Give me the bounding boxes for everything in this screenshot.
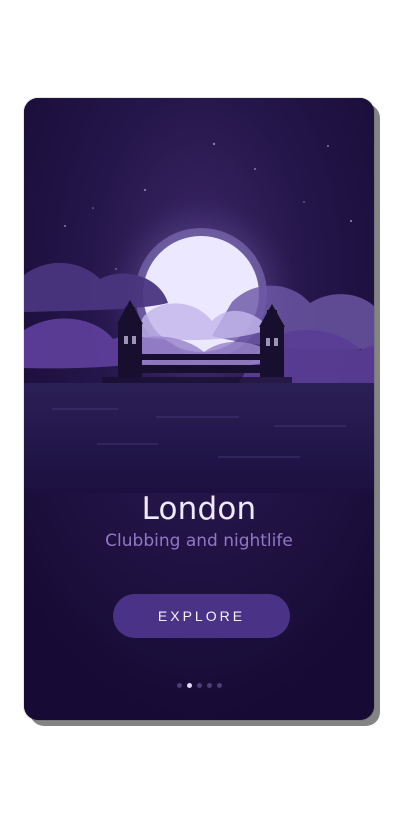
- river-water: [24, 383, 374, 493]
- explore-button[interactable]: EXPLORE: [113, 594, 290, 638]
- page-dot-1[interactable]: [176, 683, 182, 688]
- page-dot-2-active[interactable]: [186, 683, 192, 688]
- city-card: London Clubbing and nightlife EXPLORE: [24, 98, 374, 720]
- pagination-dots: [24, 683, 374, 691]
- onboarding-screen: London Clubbing and nightlife EXPLORE: [0, 0, 400, 815]
- page-dot-3[interactable]: [196, 683, 202, 688]
- city-title: London: [141, 491, 257, 527]
- city-subtitle: Clubbing and nightlife: [105, 531, 293, 551]
- page-dot-4[interactable]: [206, 683, 212, 688]
- page-dot-5[interactable]: [216, 683, 222, 688]
